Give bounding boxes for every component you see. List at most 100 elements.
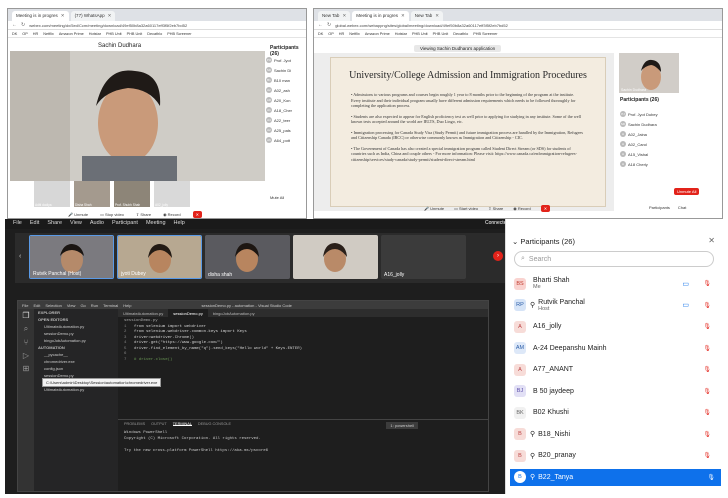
participant-row[interactable]: A A02_Carol [620, 139, 720, 149]
vscode-menu-item[interactable]: View [67, 303, 76, 308]
vscode-menu-item[interactable]: Help [123, 303, 131, 308]
bookmark-item[interactable]: Amazon Prime [365, 32, 390, 36]
menu-item[interactable]: Share [47, 220, 62, 228]
participant-row[interactable]: BK B02 Khushi 🎙 [514, 404, 717, 421]
source-control-icon[interactable]: ⑂ [18, 338, 34, 347]
bookmark-item[interactable]: Decathlo [453, 32, 468, 36]
sidebar-entry[interactable]: UltimateAutomation.py [34, 386, 118, 393]
address-bar[interactable]: ← ↻ webex.com/meeting/dx/5ed/Ccm/meeting/d… [8, 21, 306, 30]
sidebar-entry[interactable]: OPEN EDITORS [34, 316, 118, 323]
bookmark-item[interactable]: HR [33, 32, 38, 36]
participant-row[interactable]: A1 A18_Cher [266, 105, 306, 115]
vscode-menu-item[interactable]: Edit [33, 303, 40, 308]
video-tile[interactable]: Rutvik Panchal (Host) [29, 235, 114, 279]
participant-row[interactable]: BJ B 50 jaydeep 🎙 [514, 383, 717, 400]
sidebar-entry[interactable]: sessionDemo.py [34, 330, 118, 337]
debug-icon[interactable]: ▷ [18, 351, 34, 360]
thumbnail-tile[interactable]: A02_jolly [154, 181, 190, 207]
participant-row[interactable]: SD Sachin Di [266, 65, 306, 75]
unmute-button[interactable]: 🎤 Unmute [68, 212, 88, 217]
bookmark-item[interactable]: PHB Unit [127, 32, 143, 36]
participant-row[interactable]: B ⚲ B20_pranay 🎙 [514, 447, 717, 464]
participant-row[interactable]: B ⚲ B18_Nishi 🎙 [514, 426, 717, 443]
editor-tab[interactable]: UltimateAutomation.py [118, 309, 168, 317]
code-editor[interactable]: sessionDemo.py 1 from selenium import webd… [118, 317, 488, 417]
menu-item[interactable]: Audio [90, 220, 104, 228]
browser-tab[interactable]: (77) WhatsApp ✕ [70, 11, 116, 21]
terminal-output[interactable]: Windows PowerShell Copyright (C) Microsof… [118, 428, 488, 456]
sidebar-entry[interactable]: AUTOMATION [34, 344, 118, 351]
participant-row[interactable]: A2 A02_ash [266, 85, 306, 95]
participants-panel-button[interactable]: Participants [649, 205, 670, 210]
video-tile[interactable]: disha shah [205, 235, 290, 279]
participant-row[interactable]: A A15_Vishal [620, 149, 720, 159]
video-tile[interactable]: A16_jolly [381, 235, 466, 279]
vscode-menu-item[interactable]: Terminal [103, 303, 118, 308]
participant-row[interactable]: PJ Prof. Jyot Dubey [620, 109, 720, 119]
terminal-tab[interactable]: OUTPUT [151, 422, 167, 426]
thumbnail-tile[interactable]: Aditi dodiya [34, 181, 70, 207]
editor-tab[interactable]: bingoJobAutomation.py [208, 309, 260, 317]
bookmark-item[interactable]: OP [328, 32, 334, 36]
participant-row[interactable]: B ⚲ B22_Tanya 🎙 [510, 468, 721, 486]
bookmark-item[interactable]: HR [339, 32, 344, 36]
vscode-menu-item[interactable]: Run [91, 303, 98, 308]
search-input[interactable]: ⌕ Search [514, 251, 714, 267]
browser-tab[interactable]: New Tab ✕ [410, 11, 443, 21]
unmute-button[interactable]: 🎤 Unmute [424, 206, 444, 211]
video-tile[interactable]: jyoti Dubey [117, 235, 202, 279]
participant-row[interactable]: RP ⚲ Rutvik Panchal Host ▭ 🎙 [514, 297, 717, 314]
participant-row[interactable]: A A16_jolly 🎙 [514, 318, 717, 335]
chat-panel-button[interactable]: Chat [678, 205, 686, 210]
leave-meeting-button[interactable]: ✕ [192, 211, 202, 218]
participant-row[interactable]: BS Bharti Shah Me ▭ 🎙 [514, 275, 717, 292]
thumbnail-tile[interactable]: Disha Shah [74, 181, 110, 207]
sidebar-entry[interactable]: chromedriver.exe [34, 358, 118, 365]
bookmark-item[interactable]: PHB Unit [433, 32, 449, 36]
stop-video-button[interactable]: ▭ Stop video [100, 212, 124, 217]
participant-row[interactable]: A A18 Cherly [620, 159, 720, 169]
bookmark-item[interactable]: DK [318, 32, 323, 36]
share-button[interactable]: ⇧ Share [488, 206, 503, 211]
terminal-tab[interactable]: TERMINAL [172, 422, 192, 426]
search-icon[interactable]: ⌕ [18, 324, 34, 334]
reload-icon[interactable]: ↻ [327, 22, 331, 28]
explorer-icon[interactable]: ❐ [18, 311, 34, 320]
bookmark-item[interactable]: OP [22, 32, 28, 36]
sidebar-entry[interactable]: EXPLORER [34, 309, 118, 316]
bookmark-item[interactable]: PHB Unit [106, 32, 122, 36]
sidebar-entry[interactable]: bingoJobAutomation.py [34, 337, 118, 344]
participant-row[interactable]: A4 A22_teer [266, 115, 306, 125]
menu-item[interactable]: View [70, 220, 82, 228]
sidebar-entry[interactable]: __pycache__ [34, 351, 118, 358]
bookmark-item[interactable]: DK [12, 32, 17, 36]
thumbnail-tile[interactable]: Prof. Shubh Shah [114, 181, 150, 207]
bookmark-item[interactable]: PHB Unit [412, 32, 428, 36]
browser-tab[interactable]: Meeting is in progres ✕ [352, 11, 409, 21]
menu-item[interactable]: Meeting [146, 220, 166, 228]
mute-all-button[interactable]: Mute All [270, 195, 284, 201]
bookmark-item[interactable]: Hotstar [89, 32, 101, 36]
bookmark-item[interactable]: Decathlo [147, 32, 162, 36]
terminal-tab[interactable]: PROBLEMS [124, 422, 145, 426]
start-video-button[interactable]: ▭ Start video [454, 206, 478, 211]
sidebar-entry[interactable]: UltimateAutomation.py [34, 323, 118, 330]
bookmark-item[interactable]: PHB Screener [167, 32, 191, 36]
share-button[interactable]: ⇧ Share [136, 212, 151, 217]
record-button[interactable]: ◉ Record [513, 206, 531, 211]
address-bar[interactable]: ← ↻ global.webex.com/webappng/sites/global… [314, 21, 722, 30]
leave-meeting-button[interactable]: ✕ [540, 205, 551, 212]
browser-tab[interactable]: New Tab ✕ [318, 11, 351, 21]
menu-item[interactable]: Edit [30, 220, 39, 228]
bookmark-item[interactable]: PHB Screener [473, 32, 497, 36]
participant-row[interactable]: AM A-24 Deepanshu Mainh 🎙 [514, 340, 717, 357]
next-arrow-icon[interactable]: › [493, 251, 503, 261]
video-tile[interactable] [293, 235, 378, 279]
participant-row[interactable]: SD Sachin Dudhara [620, 119, 720, 129]
participant-row[interactable]: B1 B10 man [266, 75, 306, 85]
participant-row[interactable]: AR A20_Kon [266, 95, 306, 105]
participant-row[interactable]: A A02_Jaina [620, 129, 720, 139]
menu-item[interactable]: Participant [112, 220, 138, 228]
close-icon[interactable]: ✕ [708, 236, 715, 245]
menu-item[interactable]: File [13, 220, 22, 228]
